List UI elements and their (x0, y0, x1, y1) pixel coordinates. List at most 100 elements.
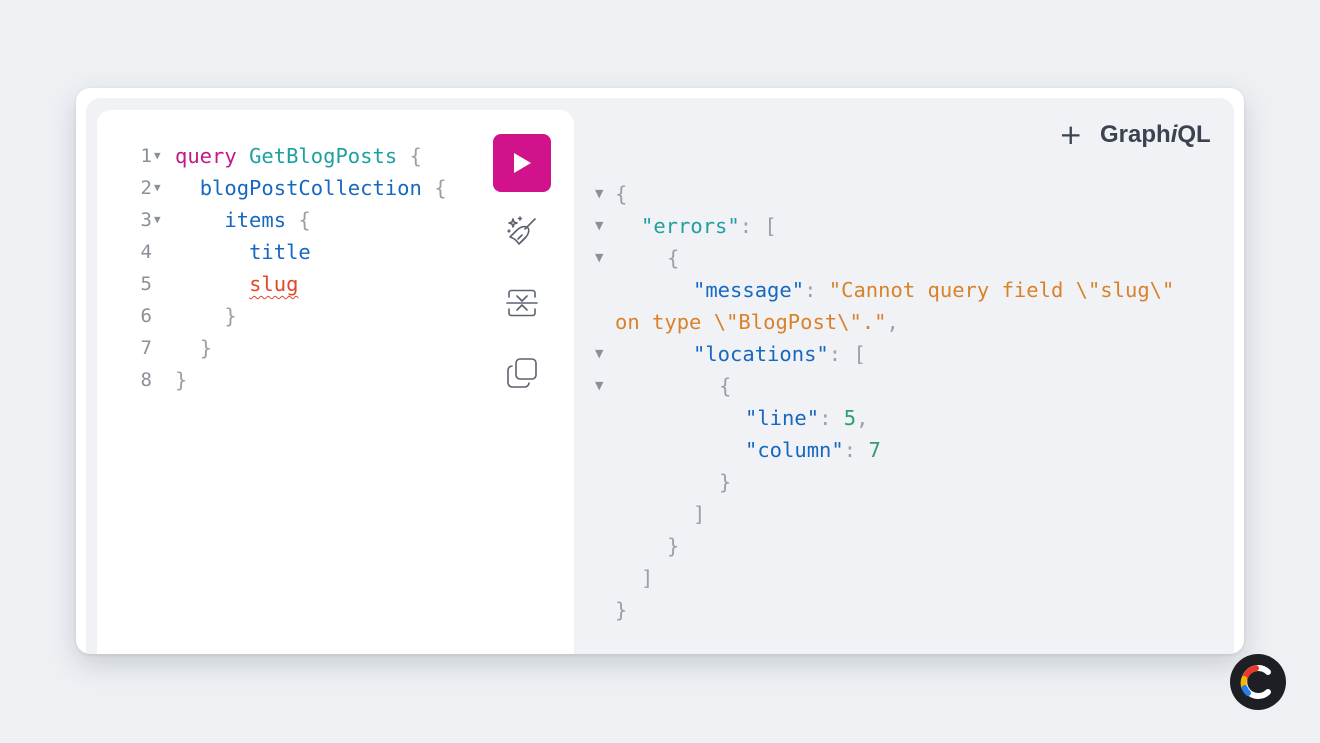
code-token: { (397, 144, 422, 168)
query-line[interactable]: } (175, 364, 187, 396)
line-number-text: 7 (140, 337, 152, 359)
code-token: slug (249, 272, 299, 296)
line-number-text: 3 (140, 209, 152, 231)
code-token: { (286, 208, 311, 232)
copy-icon[interactable] (505, 356, 539, 390)
response-line: "errors": [ (641, 210, 777, 242)
response-line: "message": "Cannot query field \"slug\" (693, 274, 1174, 306)
line-number-text: 6 (140, 305, 152, 327)
code-token: } (224, 304, 237, 328)
code-token: } (175, 368, 188, 392)
code-token: title (249, 240, 311, 264)
response-line: } (615, 594, 627, 626)
query-line[interactable]: blogPostCollection { (175, 172, 447, 204)
query-line[interactable]: title (175, 236, 311, 268)
code-token: { (421, 176, 447, 200)
graphiql-container: 1 ▼ query GetBlogPosts {2 ▼ blogPostCollect… (86, 98, 1234, 654)
coderpad-logo-svg (1240, 665, 1271, 699)
json-token: : [ (828, 342, 866, 366)
magic-wand-icon[interactable] (505, 214, 539, 248)
coderpad-logo-icon (1230, 654, 1286, 710)
logo-prefix: Graph (1100, 121, 1171, 148)
json-token: { (615, 182, 628, 206)
json-token: } (667, 534, 680, 558)
json-token: , (886, 310, 899, 334)
query-line[interactable]: items { (175, 204, 311, 236)
query-line[interactable]: query GetBlogPosts { (175, 140, 422, 172)
line-number: 1 ▼ (97, 140, 175, 172)
fold-toggle-icon[interactable]: ▼ (154, 204, 161, 236)
response-line: { (615, 178, 627, 210)
json-token: ] (693, 502, 706, 526)
json-token: "message" (693, 278, 805, 302)
json-token: "column" (745, 438, 844, 462)
json-token: : [ (739, 214, 777, 238)
json-token: : (804, 278, 829, 302)
json-token: "line" (745, 406, 820, 430)
json-token: : (843, 438, 869, 462)
response-line: "locations": [ (693, 338, 866, 370)
json-token: ] (641, 566, 654, 590)
line-number-text: 2 (140, 177, 152, 199)
query-line[interactable]: } (175, 300, 237, 332)
query-line[interactable]: } (175, 332, 212, 364)
json-token: "Cannot query field \"slug\" (828, 278, 1175, 302)
fold-toggle-icon[interactable]: ▼ (595, 338, 607, 370)
response-line: "line": 5, (745, 402, 868, 434)
response-line: { (667, 242, 679, 274)
json-token: 5 (843, 406, 857, 430)
play-icon (514, 153, 531, 173)
code-token: } (199, 336, 213, 360)
line-number: 6 (97, 300, 175, 332)
response-line: { (719, 370, 731, 402)
json-token: 7 (868, 438, 881, 462)
new-tab-button[interactable]: + (1059, 118, 1082, 152)
code-token: blogPostCollection (199, 176, 422, 200)
response-line: on type \"BlogPost\".", (615, 306, 899, 338)
fold-toggle-icon[interactable]: ▼ (154, 172, 161, 204)
json-token: on type \"BlogPost\"." (615, 310, 887, 334)
execute-query-button[interactable] (493, 134, 551, 192)
line-number-text: 5 (140, 273, 152, 295)
response-line: ] (693, 498, 705, 530)
json-token: : (819, 406, 844, 430)
graphiql-window: 1 ▼ query GetBlogPosts {2 ▼ blogPostCollect… (76, 88, 1244, 654)
line-number-text: 1 (140, 145, 152, 167)
line-number: 7 (97, 332, 175, 364)
line-number: 3 ▼ (97, 204, 175, 236)
json-token: , (856, 406, 869, 430)
json-token: "locations" (693, 342, 829, 366)
fold-toggle-icon[interactable]: ▼ (595, 242, 607, 274)
line-number: 4 (97, 236, 175, 268)
response-line: } (667, 530, 679, 562)
response-line: } (719, 466, 731, 498)
json-token: "errors" (641, 214, 740, 238)
graphiql-logo: GraphiQL (1100, 119, 1211, 151)
fold-toggle-icon[interactable]: ▼ (154, 140, 161, 172)
logo-suffix: QL (1177, 121, 1211, 148)
merge-fragments-icon[interactable] (505, 286, 539, 320)
line-number: 5 (97, 268, 175, 300)
json-token: } (615, 598, 628, 622)
line-number: 2 ▼ (97, 172, 175, 204)
fold-toggle-icon[interactable]: ▼ (595, 210, 607, 242)
query-editor[interactable]: 1 ▼ query GetBlogPosts {2 ▼ blogPostCollect… (97, 110, 574, 654)
code-token: items (224, 208, 287, 232)
query-line[interactable]: slug (175, 268, 298, 300)
code-token: query (175, 144, 237, 168)
response-line: ] (641, 562, 653, 594)
json-token: { (719, 374, 732, 398)
line-number-text: 8 (140, 369, 152, 391)
json-token: } (719, 470, 732, 494)
line-number: 8 (97, 364, 175, 396)
fold-toggle-icon[interactable]: ▼ (595, 178, 607, 210)
response-line: "column": 7 (745, 434, 881, 466)
fold-toggle-icon[interactable]: ▼ (595, 370, 607, 402)
